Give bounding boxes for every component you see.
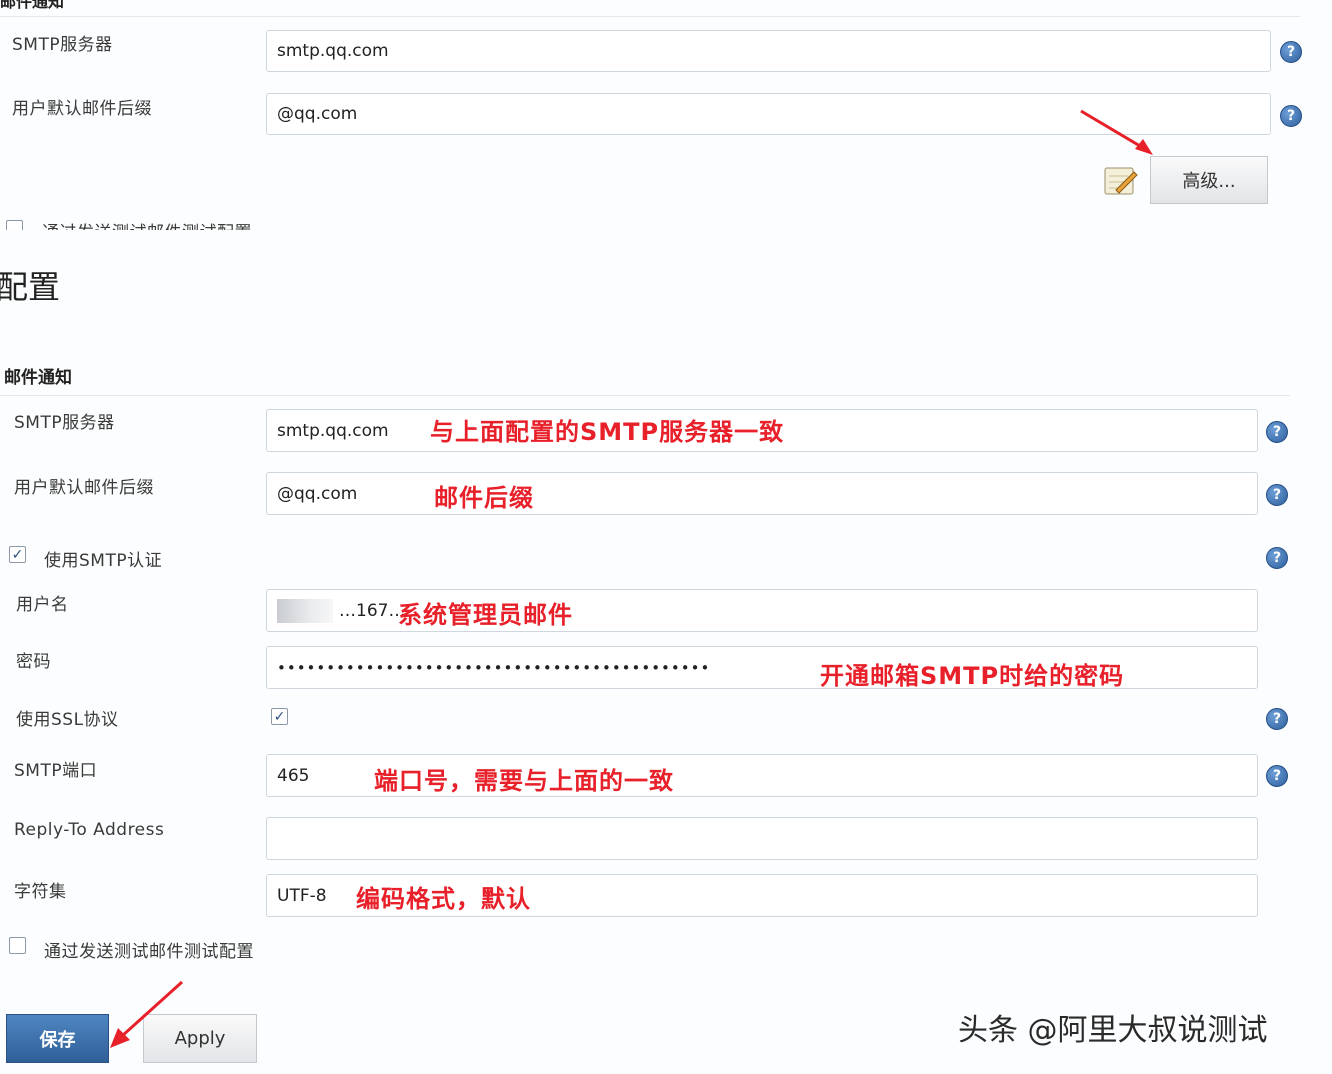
username-blur [277, 598, 333, 623]
reply-to-input[interactable] [266, 817, 1258, 860]
help-icon[interactable]: ? [1280, 41, 1302, 63]
charset-label: 字符集 [14, 882, 67, 902]
advanced-button[interactable]: 高级... [1150, 156, 1268, 204]
top-suffix-label: 用户默认邮件后缀 [12, 99, 152, 119]
password-label: 密码 [16, 652, 51, 672]
watermark: 头条 @阿里大叔说测试 [958, 1013, 1268, 1048]
username-value: …167… [339, 600, 406, 621]
annotation-arrow [1080, 109, 1153, 155]
annotation-arrow [110, 980, 184, 1048]
smtp-server-annotation: 与上面配置的SMTP服务器一致 [430, 418, 785, 446]
help-icon[interactable]: ? [1266, 708, 1288, 730]
username-label: 用户名 [16, 595, 69, 615]
help-icon[interactable]: ? [1266, 765, 1288, 787]
use-ssl-label: 使用SSL协议 [16, 710, 119, 730]
top-test-config-checkbox[interactable] [6, 220, 23, 230]
password-value: ••••••••••••••••••••••••••••••••••••••••… [277, 658, 711, 677]
smtp-server-label: SMTP服务器 [14, 413, 115, 433]
section-header: 邮件通知 [4, 368, 72, 388]
top-section-header: 邮件通知 [0, 0, 65, 11]
use-ssl-checkbox[interactable]: ✓ [271, 708, 288, 725]
suffix-label: 用户默认邮件后缀 [14, 478, 154, 498]
suffix-value: @qq.com [277, 483, 358, 504]
help-icon[interactable]: ? [1266, 484, 1288, 506]
charset-annotation: 编码格式，默认 [356, 885, 531, 913]
suffix-annotation: 邮件后缀 [434, 484, 534, 512]
top-divider [0, 16, 1300, 17]
save-button[interactable]: 保存 [6, 1014, 109, 1063]
password-annotation: 开通邮箱SMTP时给的密码 [820, 662, 1125, 690]
charset-value: UTF-8 [277, 885, 327, 906]
help-icon[interactable]: ? [1266, 421, 1288, 443]
section-divider [0, 395, 1290, 396]
smtp-port-value: 465 [277, 765, 310, 786]
top-cutoff-strip: 通过发送测试邮件测试配置 [0, 218, 300, 230]
top-test-config-label: 通过发送测试邮件测试配置 [42, 218, 252, 230]
top-smtp-server-label: SMTP服务器 [12, 35, 113, 55]
smtp-port-annotation: 端口号，需要与上面的一致 [374, 767, 674, 795]
top-smtp-server-input[interactable]: smtp.qq.com [266, 30, 1271, 72]
use-smtp-auth-label: 使用SMTP认证 [44, 551, 163, 571]
username-annotation: 系统管理员邮件 [398, 601, 573, 629]
smtp-port-label: SMTP端口 [14, 761, 98, 781]
help-icon[interactable]: ? [1266, 547, 1288, 569]
notepad-icon[interactable] [1102, 164, 1138, 198]
use-smtp-auth-checkbox[interactable]: ✓ [9, 546, 26, 563]
page-title: 配置 [0, 268, 61, 306]
reply-to-label: Reply-To Address [14, 820, 165, 840]
test-config-checkbox[interactable] [9, 937, 26, 954]
suffix-input[interactable]: @qq.com [266, 472, 1258, 515]
help-icon[interactable]: ? [1280, 105, 1302, 127]
smtp-server-value: smtp.qq.com [277, 420, 389, 441]
test-config-label: 通过发送测试邮件测试配置 [44, 942, 254, 962]
